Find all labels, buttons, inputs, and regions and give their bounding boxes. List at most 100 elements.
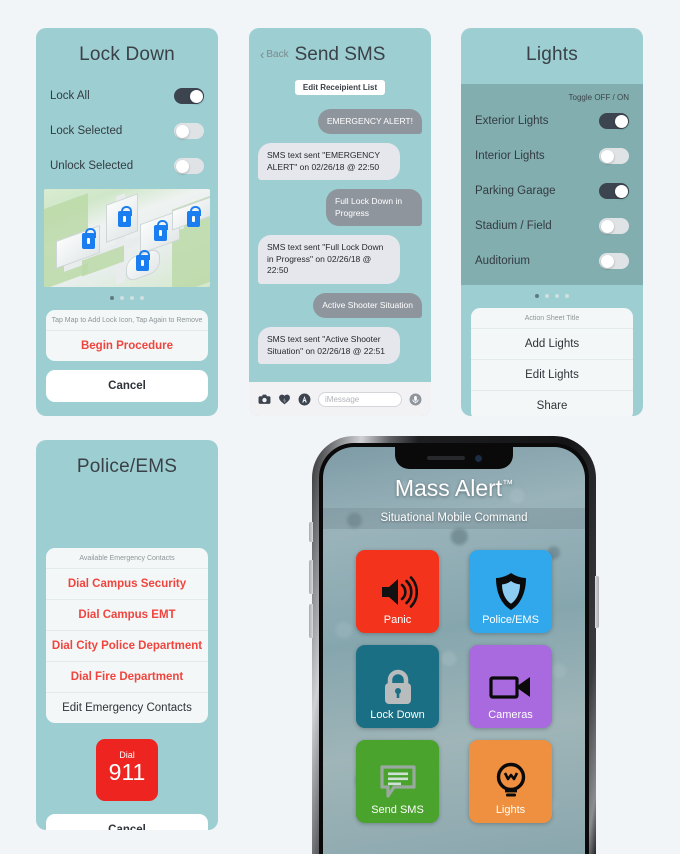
dial-fire-department-button[interactable]: Dial Fire Department	[46, 662, 208, 693]
action-sheet-lock-down: Tap Map to Add Lock Icon, Tap Again to R…	[46, 310, 208, 361]
page-dot[interactable]	[120, 296, 124, 300]
police-ems-panel: Police/EMS Available Emergency Contacts …	[36, 440, 218, 830]
cancel-button[interactable]: Cancel	[46, 814, 208, 830]
action-sheet-title: Tap Map to Add Lock Icon, Tap Again to R…	[46, 310, 208, 331]
toggle-label: Interior Lights	[475, 150, 545, 162]
toggle-switch-auditorium[interactable]	[599, 253, 629, 269]
cancel-button[interactable]: Cancel	[46, 370, 208, 402]
app-store-icon[interactable]	[298, 393, 311, 406]
tile-label: Lights	[495, 804, 526, 816]
tile-label: Panic	[383, 614, 412, 626]
action-sheet-lights: Action Sheet Title Add Lights Edit Light…	[471, 308, 633, 416]
tile-police-ems[interactable]: Police/EMS	[469, 550, 552, 633]
map-lock-pin[interactable]	[118, 206, 132, 227]
camera-icon[interactable]	[258, 393, 271, 406]
sms-header: ‹ Back Send SMS	[249, 28, 431, 80]
page-dot[interactable]	[110, 296, 114, 300]
toggle-knob	[189, 89, 203, 103]
action-sheet-title: Available Emergency Contacts	[46, 548, 208, 569]
toggle-label: Auditorium	[475, 255, 530, 267]
toggle-row-lock-all[interactable]: Lock All	[50, 84, 204, 108]
toggle-switch-lock-selected[interactable]	[174, 123, 204, 139]
dial-city-police-button[interactable]: Dial City Police Department	[46, 631, 208, 662]
map-lock-pin[interactable]	[154, 220, 168, 241]
toggle-row-lock-selected[interactable]: Lock Selected	[50, 119, 204, 143]
tile-send-sms[interactable]: Send SMS	[356, 740, 439, 823]
tile-lights[interactable]: Lights	[469, 740, 552, 823]
lock-down-panel: Lock Down Lock All Lock Selected Unlock …	[36, 28, 218, 416]
toggle-row-exterior-lights[interactable]: Exterior Lights	[475, 109, 629, 133]
toggle-row-stadium-field[interactable]: Stadium / Field	[475, 214, 629, 238]
page-dot[interactable]	[565, 294, 569, 298]
toggle-row-auditorium[interactable]: Auditorium	[475, 249, 629, 273]
imessage-input-bar: iMessage	[249, 382, 431, 416]
toggle-switch-lock-all[interactable]	[174, 88, 204, 104]
lock-down-toggle-list: Lock All Lock Selected Unlock Selected	[36, 84, 218, 178]
page-dot[interactable]	[545, 294, 549, 298]
imessage-input[interactable]: iMessage	[318, 391, 402, 407]
dial-911-button[interactable]: Dial 911	[96, 739, 158, 801]
volume-up-button[interactable]	[309, 560, 313, 594]
toggle-switch-stadium-field[interactable]	[599, 218, 629, 234]
map-lock-pin[interactable]	[187, 206, 201, 227]
campus-map[interactable]	[44, 189, 210, 287]
chevron-left-icon: ‹	[260, 47, 265, 62]
map-lock-pin[interactable]	[82, 228, 96, 249]
toggle-switch-parking-garage[interactable]	[599, 183, 629, 199]
toggle-label: Lock All	[50, 90, 90, 102]
digital-touch-icon[interactable]	[278, 393, 291, 406]
edit-emergency-contacts-button[interactable]: Edit Emergency Contacts	[46, 693, 208, 723]
phone-bezel: Mass Alert™ Situational Mobile Command P…	[319, 443, 589, 854]
page-indicator-dots	[461, 294, 643, 298]
mute-switch-button[interactable]	[309, 522, 313, 542]
back-button[interactable]: ‹ Back	[260, 48, 289, 61]
begin-procedure-button[interactable]: Begin Procedure	[46, 331, 208, 361]
tile-cameras[interactable]: Cameras	[469, 645, 552, 728]
padlock-icon	[381, 665, 415, 709]
toggle-row-interior-lights[interactable]: Interior Lights	[475, 144, 629, 168]
message-bubble-incoming: SMS text sent "Active Shooter Situation"…	[258, 327, 400, 365]
speech-bubble-icon	[379, 760, 417, 804]
page-dot[interactable]	[535, 294, 539, 298]
toggle-row-parking-garage[interactable]: Parking Garage	[475, 179, 629, 203]
toggle-label: Stadium / Field	[475, 220, 552, 232]
page-dot[interactable]	[130, 296, 134, 300]
page-dot[interactable]	[140, 296, 144, 300]
light-bulb-icon	[494, 760, 528, 804]
share-button[interactable]: Share	[471, 391, 633, 416]
toggle-knob	[614, 184, 628, 198]
toggle-knob	[175, 124, 189, 138]
toggle-hint-label: Toggle OFF / ON	[568, 93, 629, 102]
page-dot[interactable]	[555, 294, 559, 298]
microphone-icon[interactable]	[409, 393, 422, 406]
add-lights-button[interactable]: Add Lights	[471, 329, 633, 360]
tile-panic[interactable]: Panic	[356, 550, 439, 633]
volume-down-button[interactable]	[309, 604, 313, 638]
speaker-alarm-icon	[378, 570, 418, 614]
phone-notch	[395, 447, 513, 469]
app-subtitle: Situational Mobile Command	[323, 508, 585, 529]
tile-lock-down[interactable]: Lock Down	[356, 645, 439, 728]
power-button[interactable]	[595, 576, 599, 628]
app-tile-grid: Panic Police/EMS Lock Down Cameras Send …	[323, 550, 585, 823]
message-bubble-outgoing: Active Shooter Situation	[313, 292, 422, 319]
page-indicator-dots	[36, 296, 218, 300]
toggle-switch-exterior-lights[interactable]	[599, 113, 629, 129]
toggle-knob	[600, 219, 614, 233]
toggle-knob	[600, 254, 614, 268]
toggle-label: Parking Garage	[475, 185, 556, 197]
message-bubble-outgoing: Full Lock Down in Progress	[326, 189, 422, 227]
dial-campus-security-button[interactable]: Dial Campus Security	[46, 569, 208, 600]
toggle-switch-interior-lights[interactable]	[599, 148, 629, 164]
message-thread: EMERGENCY ALERT! SMS text sent "EMERGENC…	[249, 95, 431, 365]
page-title-lights: Lights	[526, 44, 578, 65]
toggle-switch-unlock-selected[interactable]	[174, 158, 204, 174]
dial-campus-emt-button[interactable]: Dial Campus EMT	[46, 600, 208, 631]
edit-recipient-list-button[interactable]: Edit Receipient List	[294, 80, 386, 95]
toggle-knob	[614, 114, 628, 128]
edit-lights-button[interactable]: Edit Lights	[471, 360, 633, 391]
phone-mockup: Mass Alert™ Situational Mobile Command P…	[309, 436, 599, 854]
map-lock-pin[interactable]	[136, 250, 150, 271]
toggle-row-unlock-selected[interactable]: Unlock Selected	[50, 154, 204, 178]
dial-911-number: 911	[108, 759, 146, 785]
